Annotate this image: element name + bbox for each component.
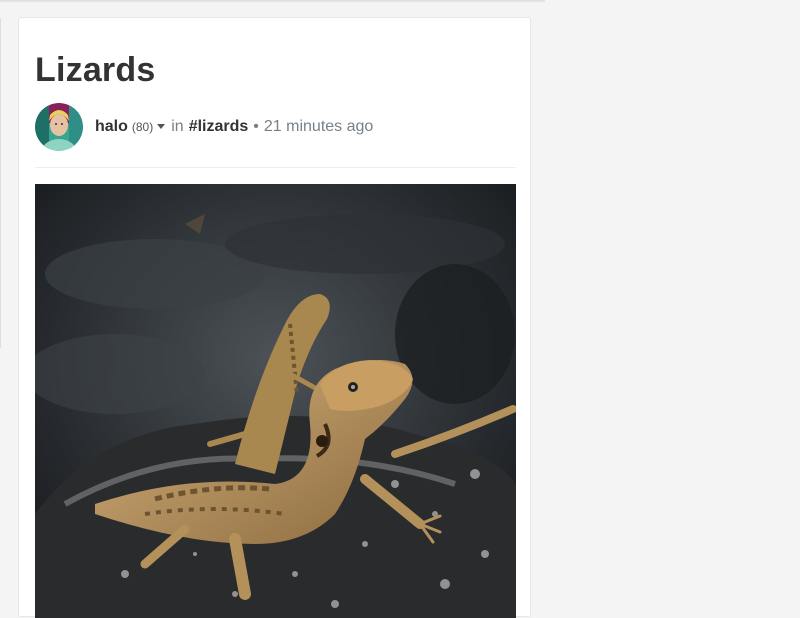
left-edge-divider <box>0 18 1 348</box>
top-shadow <box>0 0 545 3</box>
community-tag-link[interactable]: #lizards <box>189 118 249 136</box>
post-image <box>35 184 516 618</box>
meta-divider <box>35 167 516 168</box>
author-name[interactable]: halo <box>95 118 128 136</box>
post-timestamp: 21 minutes ago <box>263 118 374 135</box>
meta-separator: • <box>253 118 259 135</box>
in-label: in <box>171 118 184 135</box>
post-title: Lizards <box>35 51 156 89</box>
post-card: Lizards halo (80) in #lizards • 21 minut… <box>18 17 531 618</box>
author-reputation: (80) <box>131 120 154 134</box>
caret-down-icon[interactable] <box>157 124 166 129</box>
author-avatar[interactable] <box>35 103 83 151</box>
post-meta-text: halo (80) in #lizards • 21 minutes ago <box>95 118 373 136</box>
post-meta: halo (80) in #lizards • 21 minutes ago <box>35 103 373 151</box>
